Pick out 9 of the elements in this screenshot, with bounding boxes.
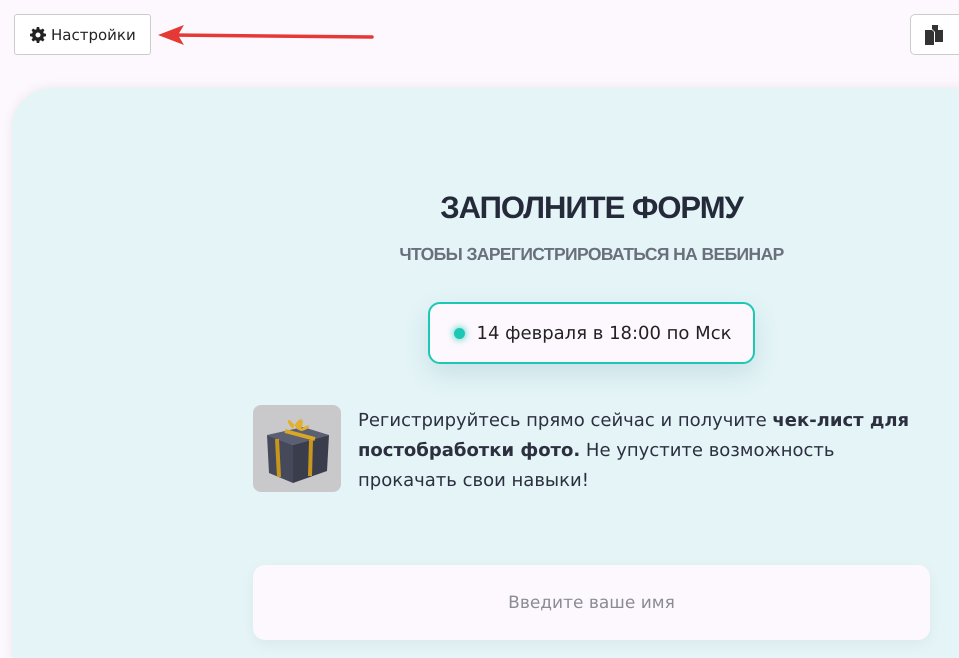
- settings-button[interactable]: Настройки: [14, 14, 151, 55]
- date-text: 14 февраля в 18:00 по Мск: [476, 322, 732, 344]
- copy-icon: [925, 24, 943, 44]
- promo-text: Регистрируйтесь прямо сейчас и получите чек-лист для постобработки фото. Не упустите возможность прокачать свои навыки!: [358, 409, 910, 493]
- form-subtitle: ЧТОБЫ ЗАРЕГИСТРИРОВАТЬСЯ НА ВЕБИНАР: [399, 244, 784, 265]
- name-input-field[interactable]: Введите ваше имя: [253, 565, 930, 640]
- form-title: ЗАПОЛНИТЕ ФОРМУ: [440, 189, 743, 227]
- copy-button[interactable]: [910, 14, 959, 55]
- settings-icon: [30, 26, 46, 42]
